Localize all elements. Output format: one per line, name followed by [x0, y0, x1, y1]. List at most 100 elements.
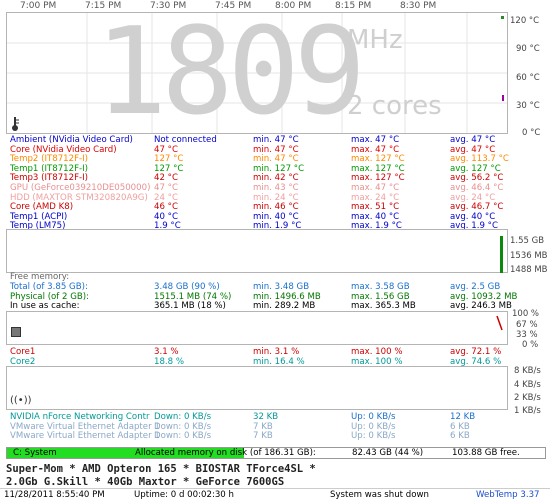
system-info-line: Super-Mom * AMD Opteron 165 * BIOSTAR TF…: [6, 463, 316, 475]
network-up: Up: 0 KB/s: [351, 421, 396, 432]
sensor-avg: avg. 113.7 °C: [450, 154, 509, 165]
sensor-avg: avg. 24 °C: [450, 192, 496, 203]
memory-graph: [6, 229, 508, 273]
network-up: Up: 0 KB/s: [351, 412, 396, 422]
sensor-cur: 127 °C: [154, 163, 184, 174]
sensor-name: HDD (MAXTOR STM320820A9G): [10, 192, 148, 203]
sensor-min: min. 40 °C: [253, 211, 299, 222]
memory-cur: 1515.1 MB (74 %): [154, 291, 232, 302]
network-down: Down: 0 KB/s: [154, 421, 212, 432]
sensor-cur: 47 °C: [154, 144, 178, 155]
network-total-up: 6 KB: [450, 431, 470, 442]
network-total-down: 7 KB: [253, 421, 273, 432]
sensor-cur: Not connected: [154, 135, 217, 145]
sensor-min: min. 42 °C: [253, 173, 299, 184]
temperature-graph: 1809 MHz 2 cores: [6, 12, 508, 134]
network-total-down: 7 KB: [253, 431, 273, 442]
memory-max: max. 1.56 GB: [351, 291, 410, 302]
memory-name: Physical (of 2 GB):: [10, 291, 90, 302]
sensor-name: Ambient (NVidia Video Card): [10, 135, 133, 145]
sensor-cur: 47 °C: [154, 183, 178, 193]
sensor-cur: 24 °C: [154, 192, 178, 203]
temp-axis-label: 120 °C: [510, 16, 540, 26]
sensor-max: max. 127 °C: [351, 154, 405, 165]
sensor-min: min. 47 °C: [253, 154, 299, 165]
temp-axis-label: 30 °C: [516, 101, 540, 111]
network-total-down: 32 KB: [253, 412, 279, 422]
net-axis-label: 2 KB/s: [514, 393, 541, 403]
memory-title: Free memory:: [10, 272, 70, 282]
temp-axis-label: 90 °C: [516, 44, 540, 54]
net-axis-label: 1 KB/s: [514, 406, 541, 416]
memory-cur: 3.48 GB (90 %): [154, 282, 220, 292]
core-max: max. 100 %: [351, 347, 403, 357]
memory-avg: avg. 246.3 MB: [450, 301, 512, 312]
sensor-max: max. 47 °C: [351, 183, 400, 193]
memory-cur: 365.1 MB (18 %): [154, 301, 226, 312]
sensor-cur: 46 °C: [154, 202, 178, 213]
sensor-avg: avg. 47 °C: [450, 144, 496, 155]
sensor-name: Core (AMD K8): [10, 202, 74, 213]
graph-marker: [501, 16, 504, 19]
sensor-max: max. 51 °C: [351, 202, 400, 213]
time-label: 7:15 PM: [85, 1, 122, 11]
memory-name: In use as cache:: [10, 301, 80, 312]
sensor-name: Core (NVidia Video Card): [10, 144, 117, 155]
cpu-frequency-digits: 1809: [95, 12, 366, 134]
core-avg: avg. 72.1 %: [450, 347, 502, 357]
app-version-link[interactable]: WebTemp 3.37: [476, 489, 540, 502]
core-cur: 3.1 %: [154, 347, 179, 357]
disk-used: 82.43 GB (44 %): [352, 448, 424, 458]
time-label: 7:45 PM: [215, 1, 252, 11]
time-label: 7:30 PM: [150, 1, 187, 11]
graph-marker: [502, 95, 504, 101]
memory-max: max. 365.3 MB: [351, 301, 416, 312]
memory-graph-spike: [500, 236, 503, 273]
load-axis-label: 100 %: [512, 309, 540, 319]
temp-axis-label: 0 °C: [522, 128, 541, 138]
sensor-max: max. 47 °C: [351, 144, 400, 155]
time-label: 8:15 PM: [335, 1, 372, 11]
network-up: Up: 0 KB/s: [351, 431, 396, 442]
network-name: VMware Virtual Ethernet Adapter 1: [10, 421, 160, 432]
network-total-up: 12 KB: [450, 412, 476, 422]
network-graph: ((•)): [6, 366, 508, 410]
memory-avg: avg. 1093.2 MB: [450, 291, 518, 302]
network-down: Down: 0 KB/s: [154, 431, 212, 442]
load-axis-label: 67 %: [516, 320, 538, 330]
network-name: VMware Virtual Ethernet Adapter 1: [10, 431, 160, 442]
load-axis-label: 33 %: [516, 330, 538, 340]
status-bar: 11/28/2011 8:55:40 PM Uptime: 0 d 00:02:…: [0, 488, 550, 502]
mem-axis-label: 1488 MB: [510, 265, 548, 275]
status-uptime: Uptime: 0 d 00:02:30 h: [134, 490, 234, 500]
network-icon: ((•)): [10, 395, 32, 406]
mem-axis-label: 1536 MB: [510, 251, 548, 261]
core-name: Core1: [10, 347, 36, 357]
sensor-name: Temp3 (IT8712F-I): [10, 173, 89, 184]
status-shutdown: System was shut down: [330, 490, 429, 500]
sensor-min: min. 47 °C: [253, 144, 299, 155]
sensor-min: min. 46 °C: [253, 202, 299, 213]
sensor-cur: 127 °C: [154, 154, 184, 165]
disk-label: C: System: [13, 448, 57, 458]
memory-min: min. 289.2 MB: [253, 301, 316, 312]
network-down: Down: 0 KB/s: [154, 412, 212, 422]
sensor-avg: avg. 46.7 °C: [450, 202, 504, 213]
core-min: min. 3.1 %: [253, 347, 300, 357]
sensor-avg: avg. 40 °C: [450, 211, 496, 222]
network-name: NVIDIA nForce Networking Contr: [10, 412, 150, 422]
load-axis-label: 0 %: [522, 340, 539, 350]
time-axis: 7:00 PM 7:15 PM 7:30 PM 7:45 PM 8:00 PM …: [0, 0, 550, 12]
memory-min: min. 1496.6 MB: [253, 291, 321, 302]
sensor-max: max. 127 °C: [351, 163, 405, 174]
cpu-load-graph: [6, 311, 508, 345]
temp-axis-label: 60 °C: [516, 73, 540, 83]
time-label: 8:00 PM: [275, 1, 312, 11]
thermometer-icon: [11, 117, 19, 131]
sensor-cur: 42 °C: [154, 173, 178, 184]
memory-min: min. 3.48 GB: [253, 282, 310, 292]
sensor-name: Temp1 (ACPI): [10, 211, 68, 222]
mem-axis-label: 1.55 GB: [510, 236, 545, 246]
time-label: 7:00 PM: [20, 1, 57, 11]
disk-free: 103.88 GB free.: [452, 448, 520, 458]
